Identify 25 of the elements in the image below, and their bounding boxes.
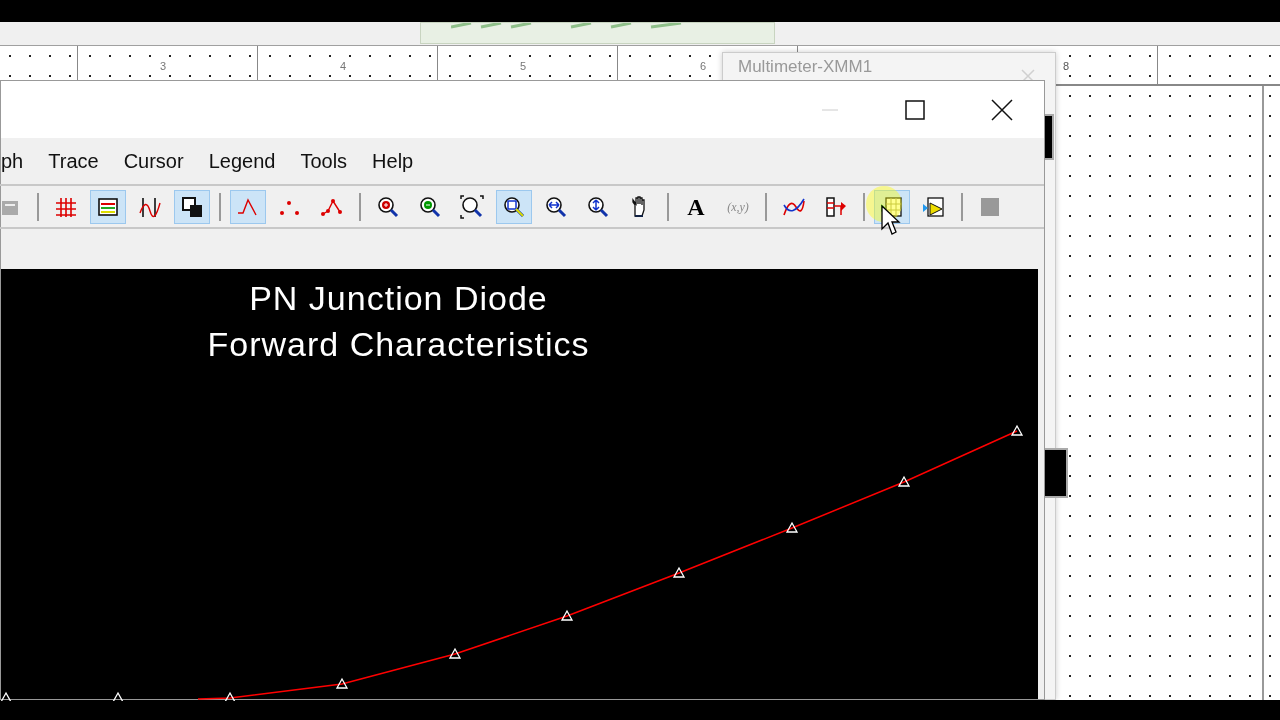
line-button[interactable] [230,189,266,224]
menu-item[interactable]: Trace [48,146,99,176]
text-button[interactable]: A [678,189,714,224]
zoom-area-icon [502,194,526,219]
menu-item[interactable]: Cursor [123,146,184,176]
menu-item[interactable]: ph [1,146,24,176]
zoom-y-icon [586,194,610,219]
plot-title: PN Junction Diode [249,278,548,319]
zoom-out-icon [418,194,442,219]
zoom-x-icon [544,194,568,219]
export-icon [824,194,848,219]
reverse-icon [180,194,204,219]
menu-item[interactable]: Help [372,146,414,176]
zoom-area-button[interactable] [496,189,532,224]
menu-item[interactable]: Tools [300,146,348,176]
window-title: Multimeter-XMM1 [738,57,873,77]
close-icon[interactable] [990,97,1014,122]
mouse-cursor-icon [881,205,901,237]
reverse-button[interactable] [174,189,210,224]
legend-button[interactable] [90,189,126,224]
zoom-in-icon [376,194,400,219]
zoom-full-icon [460,194,484,219]
plot-title: Forward Characteristics [207,324,590,365]
menu-item[interactable]: Legend [208,146,276,176]
maximize-icon[interactable] [904,98,926,121]
